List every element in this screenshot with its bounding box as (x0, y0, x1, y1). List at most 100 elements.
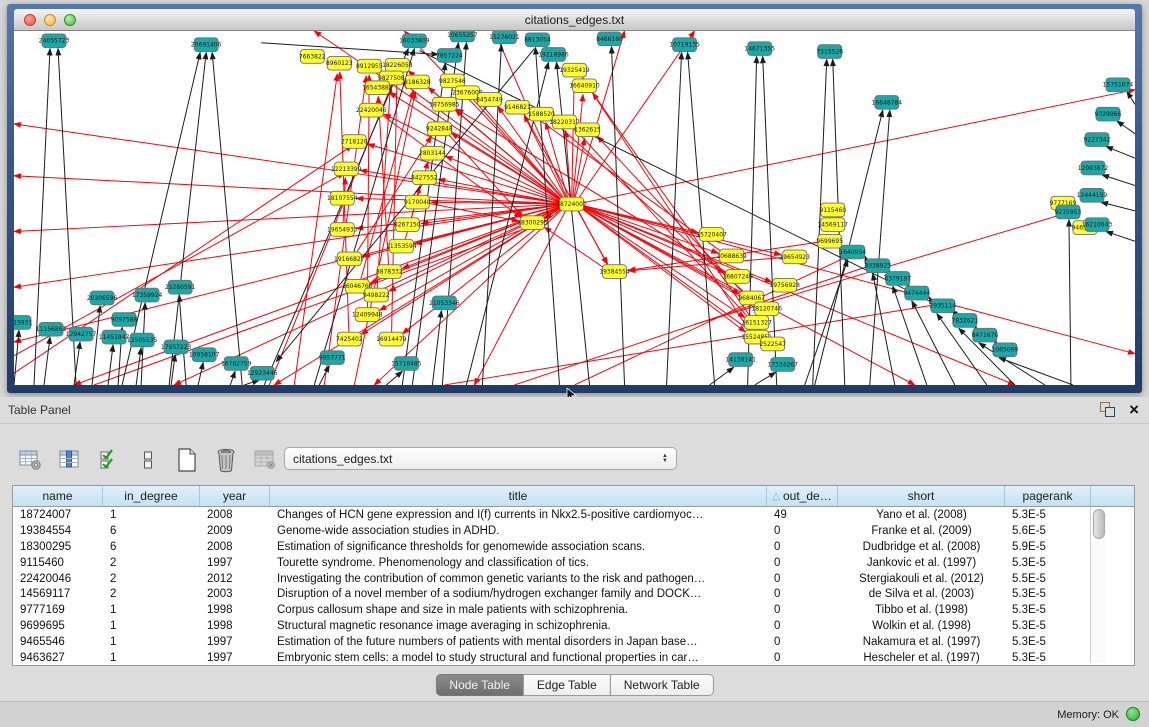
graph-node[interactable]: 10655257 (447, 31, 478, 42)
tab-node-table[interactable]: Node Table (435, 674, 524, 696)
graph-node[interactable]: 18724007 (556, 197, 587, 211)
graph-node[interactable]: 15720407 (696, 228, 727, 242)
memory-status-indicator[interactable] (1126, 707, 1140, 721)
graph-node[interactable]: 16807249 (722, 270, 753, 284)
graph-node[interactable]: 12213399 (331, 162, 362, 176)
graph-node[interactable]: 9146821 (504, 100, 531, 114)
graph-node[interactable]: 19325419 (559, 63, 590, 77)
unselect-boxes-icon[interactable] (135, 447, 161, 473)
graph-node[interactable]: 16648784 (872, 96, 903, 110)
graph-node[interactable]: 9474444 (903, 286, 930, 300)
table-select-dropdown[interactable]: citations_edges.txt ▲▼ (284, 447, 677, 470)
graph-node[interactable]: 16782759 (221, 357, 252, 371)
graph-node[interactable]: 8813054 (524, 33, 551, 47)
graph-node[interactable]: 10719135 (669, 38, 700, 52)
graph-node[interactable]: 19166827 (334, 252, 365, 266)
table-settings-icon[interactable] (18, 447, 44, 473)
graph-node[interactable]: 22420046 (356, 103, 387, 117)
graph-node[interactable]: 12923446 (247, 366, 278, 380)
graph-node[interactable]: 17957223 (161, 340, 192, 354)
graph-node[interactable]: 10688639 (716, 249, 747, 263)
graph-node[interactable]: 11353594 (386, 239, 417, 253)
table-row[interactable]: 946554611997Estimation of the future num… (13, 634, 1134, 650)
graph-node[interactable]: 9498222 (363, 288, 390, 302)
graph-node[interactable]: 17334267 (767, 358, 798, 372)
graph-node[interactable]: 8960123 (326, 56, 353, 70)
float-window-icon[interactable] (1100, 402, 1115, 417)
graph-node[interactable]: 20206596 (87, 291, 118, 305)
graph-node[interactable]: 16033809 (399, 34, 430, 48)
table-row[interactable]: 1938455462009Genome-wide association stu… (13, 523, 1134, 539)
minimize-window-icon[interactable] (44, 14, 56, 26)
select-checks-icon[interactable] (96, 447, 122, 473)
graph-node[interactable]: 7425402 (336, 332, 363, 346)
graph-node[interactable]: 16210643 (1082, 218, 1113, 232)
graph-node[interactable]: 16914479 (376, 332, 407, 346)
graph-node[interactable]: 12444159 (1077, 188, 1108, 202)
graph-node[interactable]: 9699695 (816, 234, 843, 248)
graph-node[interactable]: 2803144 (419, 146, 446, 160)
vertical-scrollbar[interactable] (1090, 507, 1106, 663)
graph-node[interactable]: 8466160 (596, 32, 623, 46)
graph-node[interactable]: 12093872 (1078, 161, 1109, 175)
graph-node[interactable]: 8878332 (376, 265, 403, 279)
graph-node[interactable]: 1640954 (839, 245, 866, 259)
graph-node[interactable]: 1362615 (574, 123, 601, 137)
graph-node[interactable]: 14136141 (725, 353, 756, 367)
graph-node[interactable]: 7515526 (816, 45, 843, 59)
graph-node[interactable]: 9115460 (819, 203, 846, 217)
graph-node[interactable]: 2718120 (341, 135, 368, 149)
graph-node[interactable]: 21053346 (429, 296, 460, 310)
close-window-icon[interactable] (24, 14, 36, 26)
graph-node[interactable]: 3915931 (14, 316, 33, 330)
graph-node[interactable]: 24055723 (39, 34, 70, 48)
graph-node[interactable]: 18300295 (517, 216, 548, 230)
graph-node[interactable]: 8186328 (404, 75, 431, 89)
graph-node[interactable]: 9857771 (319, 351, 346, 365)
graph-node[interactable]: 19654933 (327, 223, 358, 237)
table-row[interactable]: 977716911998Corpus callosum shape and si… (13, 602, 1134, 618)
column-header-year[interactable]: year (200, 486, 270, 506)
graph-node[interactable]: 14569117 (817, 218, 848, 232)
tab-network-table[interactable]: Network Table (610, 674, 714, 696)
graph-node[interactable]: 15276021 (489, 31, 520, 44)
table-row[interactable]: 1456911722003Disruption of a novel membe… (13, 586, 1134, 602)
table-row[interactable]: 969969511998Structural magnetic resonanc… (13, 618, 1134, 634)
graph-node[interactable]: 19756928 (769, 278, 800, 292)
graph-node[interactable]: 9329966 (1095, 107, 1122, 121)
graph-node[interactable]: 2935114 (929, 299, 956, 313)
close-panel-icon[interactable]: × (1129, 402, 1139, 417)
network-window-titlebar[interactable]: citations_edges.txt (14, 9, 1135, 31)
table-row[interactable]: 2242004622012Investigating the contribut… (13, 571, 1134, 587)
graph-node[interactable]: 18107554 (327, 191, 358, 205)
graph-node[interactable]: 2522547 (759, 337, 786, 351)
graph-node[interactable]: 10958107 (189, 348, 220, 362)
table-row[interactable]: 911546021997Tourette syndrome. Phenomeno… (13, 555, 1134, 571)
column-header-pagerank[interactable]: pagerank (1005, 486, 1091, 506)
graph-node[interactable]: 18756985 (429, 97, 460, 111)
graph-node[interactable]: 18226058 (382, 58, 413, 72)
graph-node[interactable]: 16151327 (741, 316, 772, 330)
graph-node[interactable]: 8471676 (972, 328, 999, 342)
graph-node[interactable]: 12409948 (352, 308, 383, 322)
column-header-short[interactable]: short (838, 486, 1005, 506)
graph-node[interactable]: 11156863 (36, 322, 67, 336)
graph-node[interactable]: 15716485 (391, 357, 422, 371)
graph-node[interactable]: 14671355 (744, 42, 775, 56)
network-window[interactable]: citations_edges.txt 18724007183002951938… (7, 4, 1142, 393)
graph-node[interactable]: 19654923 (779, 250, 810, 264)
graph-node[interactable]: 20691406 (191, 38, 222, 52)
graph-node[interactable]: 9227342 (1084, 133, 1111, 147)
table-column-icon[interactable] (57, 447, 83, 473)
graph-node[interactable]: 8454749 (476, 93, 503, 107)
tab-edge-table[interactable]: Edge Table (523, 674, 611, 696)
graph-node[interactable]: 8427552 (411, 171, 438, 185)
table-row[interactable]: 1830029562008Estimation of significance … (13, 539, 1134, 555)
graph-node[interactable]: 9215953 (1055, 205, 1082, 219)
column-header-title[interactable]: title (270, 486, 767, 506)
graph-node[interactable]: 13505135 (127, 333, 158, 347)
graph-node[interactable]: 12942757 (66, 327, 97, 341)
graph-node[interactable]: 7857224 (436, 49, 463, 63)
network-canvas[interactable]: 1872400718300295193845548960123891295518… (14, 31, 1135, 385)
graph-node[interactable]: 17359924 (132, 288, 163, 302)
